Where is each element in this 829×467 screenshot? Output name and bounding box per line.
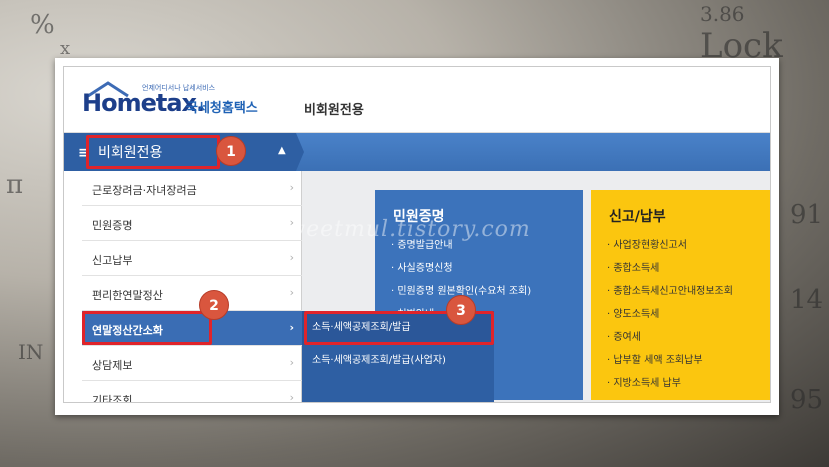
- sidebar-item-certificate[interactable]: 민원증명 ›: [82, 206, 302, 241]
- bg-glyph: 3.86: [700, 2, 745, 26]
- sidebar-item-label: 상담제보: [92, 359, 133, 372]
- bg-glyph: IN: [18, 340, 44, 364]
- step-badge-2: 2: [199, 290, 229, 320]
- page-title: 비회원전용: [304, 103, 364, 118]
- sidebar-item-label: 근로장려금·자녀장려금: [92, 184, 197, 197]
- sidebar-menu: 근로장려금·자녀장려금 › 민원증명 › 신고납부 › 편리한연말정산 › 연말…: [82, 171, 302, 403]
- bg-glyph: 95: [790, 385, 824, 415]
- sidebar-item-label: 민원증명: [92, 219, 133, 232]
- report-payment-card[interactable]: 신고/납부 · 사업장현황신고서 · 종합소득세 · 종합소득세신고안내정보조회…: [591, 190, 770, 400]
- card-link[interactable]: · 종합소득세신고안내정보조회: [607, 282, 733, 305]
- card-link[interactable]: · 증여세: [607, 328, 733, 351]
- submenu-item-label: 소득·세액공제조회/발급(사업자): [312, 355, 446, 366]
- annotation-box-1: [86, 135, 220, 169]
- screenshot-frame: 언제어디서나 납세서비스 Hometax. 국세청홈택스 비회원전용 ≡ 비회원…: [55, 58, 779, 415]
- card-title: 신고/납부: [609, 209, 666, 225]
- card-link[interactable]: · 사실증명신청: [391, 259, 531, 282]
- sidebar-item-label: 신고납부: [92, 254, 133, 267]
- step-badge-3: 3: [446, 295, 476, 325]
- sidebar-item-incentive[interactable]: 근로장려금·자녀장려금 ›: [82, 171, 302, 206]
- bg-glyph: 14: [790, 285, 824, 315]
- watermark: sweetmul.tistory.com: [274, 217, 531, 242]
- hometax-screenshot: 언제어디서나 납세서비스 Hometax. 국세청홈택스 비회원전용 ≡ 비회원…: [63, 66, 771, 403]
- chevron-right-icon: ›: [289, 286, 294, 299]
- bg-glyph: x: [60, 38, 71, 59]
- step-badge-1: 1: [216, 136, 246, 166]
- sidebar-item-report[interactable]: 신고납부 ›: [82, 241, 302, 276]
- chevron-right-icon: ›: [289, 251, 294, 264]
- annotation-box-2: [82, 311, 212, 345]
- card-link-list: · 사업장현황신고서 · 종합소득세 · 종합소득세신고안내정보조회 · 양도소…: [607, 236, 733, 397]
- card-link[interactable]: · 사업장현황신고서: [607, 236, 733, 259]
- hometax-logo[interactable]: 언제어디서나 납세서비스 Hometax. 국세청홈택스: [82, 81, 282, 125]
- card-link[interactable]: · 지방소득세 납부: [607, 374, 733, 397]
- submenu-item-deduction-issue-business[interactable]: 소득·세액공제조회/발급(사업자): [302, 351, 494, 391]
- sidebar-item-label: 편리한연말정산: [92, 289, 163, 302]
- site-header: 언제어디서나 납세서비스 Hometax. 국세청홈택스 비회원전용: [64, 67, 770, 133]
- card-link[interactable]: · 종합소득세: [607, 259, 733, 282]
- sidebar-item-consult[interactable]: 상담제보 ›: [82, 346, 302, 381]
- chevron-right-icon: ›: [289, 356, 294, 369]
- sidebar-item-label: 기타조회: [92, 394, 133, 403]
- bg-glyph: %: [30, 10, 55, 40]
- chevron-right-icon: ›: [289, 181, 294, 194]
- caret-up-icon: ▲: [278, 145, 286, 156]
- card-link[interactable]: · 양도소득세: [607, 305, 733, 328]
- sidebar-item-other[interactable]: 기타조회 ›: [82, 381, 302, 403]
- chevron-right-icon: ›: [289, 321, 294, 334]
- logo-korean-name: 국세청홈택스: [186, 101, 258, 116]
- card-link[interactable]: · 납부할 세액 조회납부: [607, 351, 733, 374]
- bg-glyph: 91: [790, 200, 824, 230]
- chevron-right-icon: ›: [289, 391, 294, 403]
- bg-glyph: π: [6, 170, 24, 200]
- sidebar-item-easy-settlement[interactable]: 편리한연말정산 ›: [82, 276, 302, 311]
